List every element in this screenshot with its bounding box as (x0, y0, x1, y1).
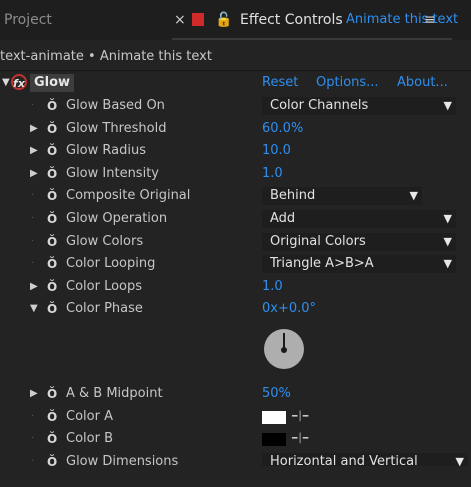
property-row: · Ŏ Color B ━│━ (0, 428, 471, 451)
row-dot: · (31, 433, 35, 445)
stopwatch-icon[interactable]: Ŏ (47, 140, 57, 163)
eyedropper-icon[interactable]: ━│━ (292, 428, 308, 451)
fx-toggle-icon[interactable]: fx (11, 74, 27, 90)
twirl-closed-icon[interactable]: ▶ (30, 383, 38, 406)
stopwatch-icon[interactable]: Ŏ (47, 298, 57, 321)
property-row: · Ŏ Composite Original Behind ▼ (0, 185, 471, 208)
property-label: Glow Based On (66, 98, 165, 113)
property-dropdown[interactable]: Color Channels ▼ (262, 97, 456, 115)
twirl-open-icon[interactable]: ▼ (2, 71, 10, 95)
eyedropper-icon[interactable]: ━│━ (292, 406, 308, 429)
property-label: Glow Radius (66, 143, 146, 159)
property-row: · Ŏ Glow Operation Add ▼ (0, 208, 471, 231)
angle-dial[interactable] (264, 328, 304, 369)
dropdown-value: Color Channels (270, 98, 369, 113)
property-row: · Ŏ Color Looping Triangle A>B>A ▼ (0, 253, 471, 276)
property-dropdown[interactable]: Behind ▼ (262, 187, 422, 206)
property-dropdown[interactable]: Original Colors ▼ (262, 232, 456, 251)
property-row: · Ŏ Glow Colors Original Colors ▼ (0, 231, 471, 254)
property-label: Glow Operation (66, 210, 168, 226)
dropdown-value: Behind (270, 188, 316, 204)
stopwatch-icon[interactable]: Ŏ (47, 118, 57, 141)
property-label: Color A (66, 408, 113, 424)
row-dot: · (31, 190, 35, 202)
twirl-closed-icon[interactable]: ▶ (30, 276, 38, 299)
effect-name[interactable]: Glow (30, 74, 75, 92)
stopwatch-icon[interactable]: Ŏ (47, 163, 57, 186)
property-label: A & B Midpoint (66, 385, 163, 401)
row-dot: · (31, 410, 35, 422)
property-row: ▼ Ŏ Color Phase 0x+0.0° (0, 298, 471, 321)
chevron-down-icon: ▼ (409, 189, 418, 203)
stopwatch-icon[interactable]: Ŏ (47, 383, 57, 406)
color-swatch[interactable] (262, 433, 286, 447)
property-value[interactable]: 10.0 (262, 140, 291, 163)
chevron-down-icon: ▼ (443, 211, 452, 225)
property-row: ▶ Ŏ A & B Midpoint 50% (0, 383, 471, 406)
dial-pivot (281, 346, 287, 353)
row-dot: · (31, 100, 35, 111)
twirl-closed-icon[interactable]: ▶ (30, 163, 38, 186)
property-row: ▶ Ŏ Color Loops 1.0 (0, 276, 471, 299)
stopwatch-icon[interactable]: Ŏ (47, 95, 57, 118)
property-label: Glow Intensity (66, 165, 159, 181)
lock-icon[interactable]: 🔓 (215, 0, 232, 40)
property-label: Color B (66, 431, 113, 447)
twirl-closed-icon[interactable]: ▶ (30, 140, 38, 163)
close-icon[interactable]: × (174, 0, 186, 40)
panel-tab-bar: Project × 🔓 Effect Controls Animate this… (0, 0, 471, 40)
property-row: ▶ Ŏ Glow Intensity 1.0 (0, 163, 471, 186)
effect-header-glow: ▼ fx Glow Reset Options... About... (0, 71, 471, 95)
tab-layer-name[interactable]: Animate this text (346, 0, 458, 40)
chevron-down-icon: ▼ (443, 257, 452, 271)
active-tab-underline (172, 38, 452, 40)
panel-menu-icon[interactable]: ≡ (424, 0, 436, 40)
twirl-open-icon[interactable]: ▼ (30, 298, 38, 321)
stopwatch-icon[interactable]: Ŏ (47, 253, 57, 276)
color-phase-dial-area (0, 321, 471, 383)
property-row: ▶ Ŏ Glow Threshold 60.0% (0, 118, 471, 141)
tab-effect-controls[interactable]: Effect Controls (240, 0, 343, 40)
property-label: Glow Threshold (66, 120, 167, 136)
stopwatch-icon[interactable]: Ŏ (47, 231, 57, 254)
label-color-swatch (192, 13, 204, 26)
row-dot: · (31, 258, 35, 270)
stopwatch-icon[interactable]: Ŏ (47, 276, 57, 299)
effect-properties: ▼ fx Glow Reset Options... About... · Ŏ Gl… (0, 71, 471, 473)
color-swatch[interactable] (262, 410, 286, 424)
row-dot: · (31, 235, 35, 247)
panel-empty-space (0, 466, 471, 487)
twirl-closed-icon[interactable]: ▶ (30, 118, 38, 141)
stopwatch-icon[interactable]: Ŏ (47, 428, 57, 451)
property-row: · Ŏ Glow Based On Color Channels ▼ (0, 95, 471, 118)
stopwatch-icon[interactable]: Ŏ (47, 406, 57, 429)
about-link[interactable]: About... (397, 71, 448, 95)
property-value[interactable]: 50% (262, 383, 291, 406)
property-label: Color Looping (66, 256, 156, 272)
property-dropdown[interactable]: Add ▼ (262, 209, 456, 228)
reset-link[interactable]: Reset (262, 71, 298, 95)
property-dropdown[interactable]: Triangle A>B>A ▼ (262, 255, 456, 274)
tab-project[interactable]: Project (4, 0, 52, 40)
property-row: ▶ Ŏ Glow Radius 10.0 (0, 140, 471, 163)
property-label: Color Phase (66, 301, 143, 317)
property-value[interactable]: 1.0 (262, 163, 283, 186)
chevron-down-icon: ▼ (443, 234, 452, 248)
stopwatch-icon[interactable]: Ŏ (47, 185, 57, 208)
dropdown-value: Original Colors (270, 233, 366, 249)
breadcrumb: text-animate • Animate this text (0, 49, 212, 64)
property-row: · Ŏ Color A ━│━ (0, 406, 471, 429)
property-label: Composite Original (66, 188, 191, 204)
options-link[interactable]: Options... (316, 71, 379, 95)
dropdown-value: Triangle A>B>A (270, 256, 374, 272)
property-value[interactable]: 1.0 (262, 276, 283, 299)
chevron-down-icon: ▼ (443, 99, 452, 112)
property-label: Glow Colors (66, 233, 144, 249)
stopwatch-icon[interactable]: Ŏ (47, 208, 57, 231)
row-dot: · (31, 212, 35, 224)
dropdown-value: Add (270, 210, 296, 226)
property-value[interactable]: 60.0% (262, 118, 303, 141)
property-value[interactable]: 0x+0.0° (262, 298, 316, 321)
property-label: Color Loops (66, 278, 143, 294)
